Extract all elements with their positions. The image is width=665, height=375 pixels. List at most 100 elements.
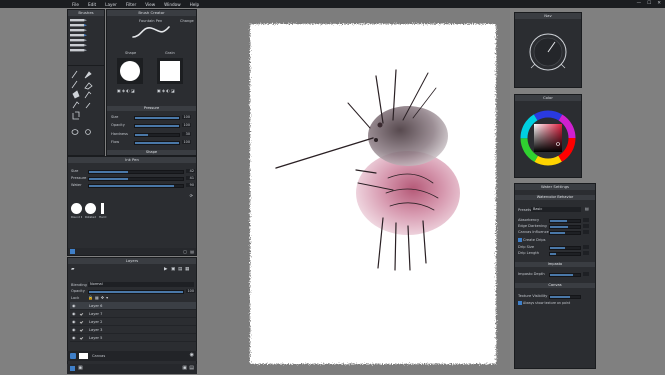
menu-help[interactable]: Help [190, 2, 200, 7]
ws-edge-slider[interactable] [549, 225, 581, 229]
menu-view[interactable]: View [145, 2, 155, 7]
ws-drip-length-slider[interactable] [549, 252, 581, 256]
brush-tip-icon[interactable] [70, 24, 87, 27]
shape-header[interactable]: Shape [107, 150, 196, 155]
visibility-eye-icon[interactable]: ◉ [72, 327, 77, 332]
preset-hard-pen[interactable]: Hard Pen [99, 203, 107, 223]
pencil-tool-icon[interactable] [71, 80, 78, 89]
ws-absorbency-value[interactable] [583, 218, 589, 222]
bc-flow-value[interactable]: 100 [182, 140, 191, 144]
smudge-tool-icon[interactable] [84, 91, 92, 99]
rotation-dial[interactable] [515, 20, 581, 86]
layer-row[interactable]: ◉ Layer 3 [70, 326, 196, 334]
bc-hardness-slider[interactable] [134, 133, 180, 137]
bc-size-value[interactable]: 100 [182, 115, 191, 119]
brush-settings-icon[interactable] [70, 249, 75, 254]
canvas-eye-icon[interactable]: ◉ [190, 352, 194, 358]
layer-row[interactable]: ◉ Layer 6 [70, 302, 196, 310]
brush-tip-icon[interactable] [70, 39, 87, 42]
ws-edge-value[interactable] [583, 224, 589, 228]
canvas-area[interactable] [198, 8, 510, 374]
menu-file[interactable]: File [72, 2, 79, 7]
ink-pressure-value[interactable]: 41 [186, 176, 195, 180]
bc-hardness-value[interactable]: 30 [182, 132, 191, 136]
ws-impasto-depth-value[interactable] [583, 272, 589, 276]
delete-preset-icon[interactable]: ▤ [190, 249, 194, 254]
maximize-button[interactable]: ☐ [647, 1, 651, 6]
bc-flow-slider[interactable] [134, 141, 180, 145]
lock-all-icon[interactable]: ▾ [106, 295, 110, 300]
layer-row[interactable]: ◉ Layer 5 [70, 334, 196, 342]
change-brush-link[interactable]: Change [180, 19, 194, 23]
crop-tool-icon[interactable] [72, 111, 80, 120]
new-layer-icon[interactable]: ▣ [171, 267, 175, 272]
texture-visibility-slider[interactable] [549, 295, 581, 299]
brush-tip-icon[interactable] [70, 19, 87, 22]
preset-rotated[interactable]: Rotated [85, 203, 96, 223]
preset-round-pen[interactable]: Round Pen [71, 203, 82, 223]
play-icon[interactable]: ▶ [164, 267, 167, 272]
visibility-eye-icon[interactable]: ◉ [72, 319, 77, 324]
canvas-layer-row[interactable]: Canvas ◉ [67, 351, 197, 361]
layer-props-icon[interactable] [70, 366, 75, 371]
shape-preview[interactable] [117, 58, 143, 84]
new-layer-footer-icon[interactable]: ▣ [182, 365, 187, 371]
ws-drip-size-value[interactable] [583, 245, 589, 249]
layer-row[interactable]: ◉ Layer 7 [70, 310, 196, 318]
lock-icon[interactable]: 🔒 [88, 295, 95, 300]
menu-filter[interactable]: Filter [126, 2, 136, 7]
fill-tool-icon[interactable] [72, 90, 80, 99]
mask-layer-icon[interactable]: ▦ [185, 267, 189, 272]
duplicate-layer-icon[interactable]: ▤ [178, 267, 182, 272]
add-preset-icon[interactable]: ⟳ [190, 193, 193, 198]
visibility-eye-icon[interactable]: ◉ [72, 335, 77, 340]
impasto-header[interactable]: Impasto [515, 262, 595, 267]
always-show-texture-checkbox[interactable] [518, 301, 522, 305]
bc-opacity-slider[interactable] [134, 124, 180, 128]
minimize-button[interactable]: — [637, 1, 642, 6]
brush-tip-icon[interactable] [70, 44, 87, 47]
brush-tip-icon[interactable] [70, 49, 87, 52]
ws-presets-select[interactable]: Basic [531, 207, 581, 212]
ink-size-slider[interactable] [88, 170, 184, 174]
ws-preset-menu-icon[interactable]: ▤ [585, 206, 589, 211]
ws-drip-size-slider[interactable] [549, 246, 581, 250]
visibility-eye-icon[interactable]: ◉ [72, 311, 77, 316]
ink-tool-icon[interactable] [84, 71, 92, 79]
layer-mode-icon[interactable]: ▣ [78, 365, 83, 371]
layer-row[interactable]: ◉ Layer 2 [70, 318, 196, 326]
pen-tool-icon[interactable] [71, 70, 78, 79]
blend-tool-icon[interactable] [72, 101, 80, 109]
close-button[interactable]: ✕ [657, 1, 661, 6]
menu-window[interactable]: Window [164, 2, 181, 7]
invert-icon[interactable]: ◪ [131, 88, 136, 93]
pressure-header[interactable]: Pressure [107, 106, 196, 111]
watercolor-behavior-header[interactable]: Watercolor Behavior [515, 195, 595, 200]
ws-absorbency-slider[interactable] [549, 219, 581, 223]
ws-drip-length-value[interactable] [583, 251, 589, 255]
menu-edit[interactable]: Edit [88, 2, 96, 7]
layer-opacity-slider[interactable] [88, 290, 184, 294]
ws-canvas-influence-slider[interactable] [549, 231, 581, 235]
color-wheel[interactable] [515, 102, 581, 178]
menu-layer[interactable]: Layer [105, 2, 117, 7]
ws-impasto-depth-slider[interactable] [549, 273, 581, 277]
delete-layer-icon[interactable]: ▤ [189, 365, 194, 371]
ink-water-value[interactable]: 90 [186, 183, 195, 187]
layer-opacity-value[interactable]: 100 [186, 289, 195, 293]
ink-pressure-slider[interactable] [88, 177, 184, 181]
select-ellipse-icon[interactable] [85, 129, 91, 135]
visibility-eye-icon[interactable] [70, 353, 76, 359]
brush-tip-icon[interactable] [70, 29, 87, 32]
bc-size-slider[interactable] [134, 116, 180, 120]
eraser-tool-icon[interactable] [84, 82, 93, 90]
lasso-tool-icon[interactable] [71, 129, 79, 135]
brush-tip-icon[interactable] [70, 34, 87, 37]
layer-group-icon[interactable]: ▰ [71, 267, 74, 272]
eyedropper-tool-icon[interactable] [85, 102, 91, 109]
invert-icon[interactable]: ◪ [171, 88, 176, 93]
canvas-header[interactable]: Canvas [515, 283, 595, 288]
create-drips-checkbox[interactable] [518, 238, 522, 242]
visibility-eye-icon[interactable]: ◉ [72, 303, 77, 308]
blending-select[interactable]: Normal [88, 282, 194, 287]
